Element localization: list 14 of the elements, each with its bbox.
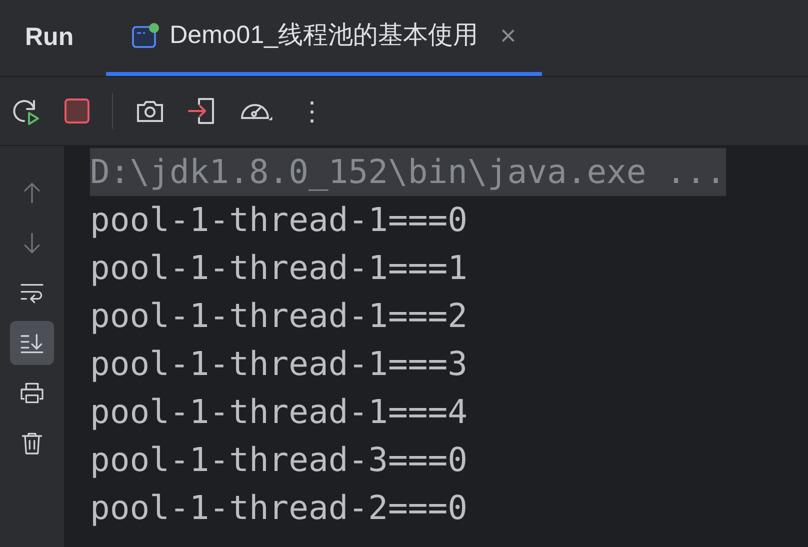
close-button[interactable]: × <box>500 22 516 50</box>
output-line: pool-1-thread-3===0 <box>90 439 468 481</box>
output-line: pool-1-thread-1===4 <box>90 391 468 433</box>
tab-label: Demo01_线程池的基本使用 <box>170 20 478 52</box>
output-line: pool-1-thread-1===2 <box>90 295 468 337</box>
import-icon[interactable] <box>187 96 217 126</box>
output-line: pool-1-thread-1===0 <box>90 199 468 241</box>
stop-icon[interactable] <box>64 98 90 124</box>
more-button[interactable]: ⋮ <box>295 98 329 124</box>
output-line: pool-1-thread-1===3 <box>90 343 468 385</box>
output-line: pool-1-thread-2===0 <box>90 487 468 529</box>
output-line: pool-1-thread-1===1 <box>90 247 468 289</box>
side-tool-button[interactable] <box>10 321 54 365</box>
panel-title: Run <box>25 22 74 54</box>
